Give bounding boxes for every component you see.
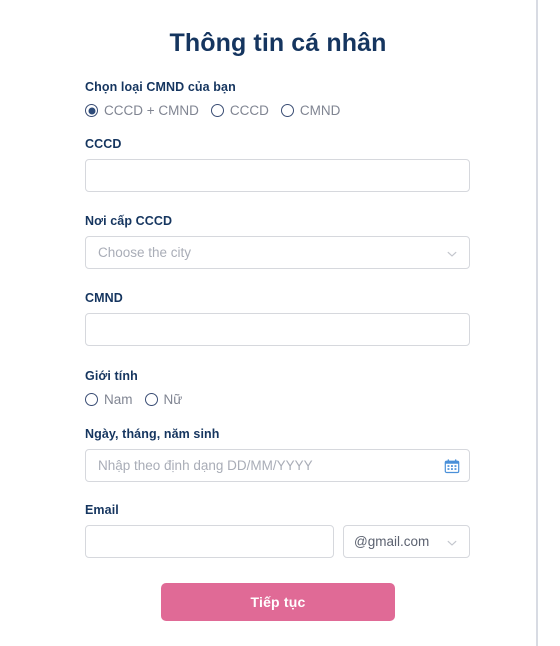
radio-indicator-nu[interactable]	[144, 393, 158, 406]
cmnd-group: CMND	[85, 291, 471, 346]
cccd-group: CCCD	[85, 137, 471, 192]
chevron-down-icon	[446, 536, 458, 548]
email-group: Email @gmail.com	[85, 503, 471, 558]
id-type-group: Chọn loại CMND của bạn CCCD + CMND CCCD …	[85, 80, 471, 118]
cmnd-input[interactable]	[85, 313, 470, 346]
radio-option-nam[interactable]: Nam	[85, 392, 133, 407]
cccd-label: CCCD	[85, 137, 122, 151]
gender-radio-row: Nam Nữ	[85, 392, 471, 407]
radio-indicator-cccd[interactable]	[210, 104, 224, 117]
gender-label: Giới tính	[85, 369, 138, 383]
dob-label: Ngày, tháng, năm sinh	[85, 427, 220, 441]
email-domain-select[interactable]: @gmail.com	[343, 525, 470, 558]
radio-option-cmnd[interactable]: CMND	[280, 103, 341, 118]
email-domain-selected-value: @gmail.com	[354, 534, 430, 549]
radio-indicator-cccd-cmnd[interactable]	[85, 104, 98, 117]
personal-info-page: Thông tin cá nhân Chọn loại CMND của bạn…	[0, 0, 560, 646]
radio-indicator-cmnd[interactable]	[280, 104, 294, 117]
cccd-place-select[interactable]: Choose the city	[85, 236, 470, 269]
email-input[interactable]	[85, 525, 334, 558]
dob-group: Ngày, tháng, năm sinh	[85, 427, 471, 482]
radio-label-nu: Nữ	[163, 392, 183, 407]
id-type-radio-row: CCCD + CMND CCCD CMND	[85, 103, 471, 118]
cmnd-label: CMND	[85, 291, 123, 305]
submit-row: Tiếp tục	[85, 583, 471, 621]
radio-indicator-nam[interactable]	[85, 393, 98, 406]
radio-label-nam: Nam	[104, 392, 133, 407]
continue-button[interactable]: Tiếp tục	[161, 583, 395, 621]
personal-info-form: Thông tin cá nhân Chọn loại CMND của bạn…	[85, 0, 471, 621]
calendar-icon[interactable]	[444, 458, 460, 474]
cccd-place-label: Nơi cấp CCCD	[85, 214, 173, 228]
radio-label-cccd-cmnd: CCCD + CMND	[104, 103, 199, 118]
email-label: Email	[85, 503, 119, 517]
id-type-label: Chọn loại CMND của bạn	[85, 80, 236, 94]
radio-label-cmnd: CMND	[299, 103, 341, 118]
radio-label-cccd: CCCD	[229, 103, 269, 118]
gender-group: Giới tính Nam Nữ	[85, 369, 471, 407]
radio-option-cccd-cmnd[interactable]: CCCD + CMND	[85, 103, 199, 118]
cccd-input[interactable]	[85, 159, 470, 192]
chevron-down-icon	[446, 247, 458, 259]
cccd-place-selected-value: Choose the city	[98, 245, 192, 260]
radio-option-nu[interactable]: Nữ	[144, 392, 183, 407]
cccd-place-group: Nơi cấp CCCD Choose the city	[85, 214, 471, 269]
email-row: @gmail.com	[85, 525, 471, 558]
radio-option-cccd[interactable]: CCCD	[210, 103, 269, 118]
page-title: Thông tin cá nhân	[169, 29, 387, 57]
dob-input[interactable]	[85, 449, 470, 482]
dob-field	[85, 449, 470, 482]
page-scrollbar[interactable]	[536, 0, 538, 646]
